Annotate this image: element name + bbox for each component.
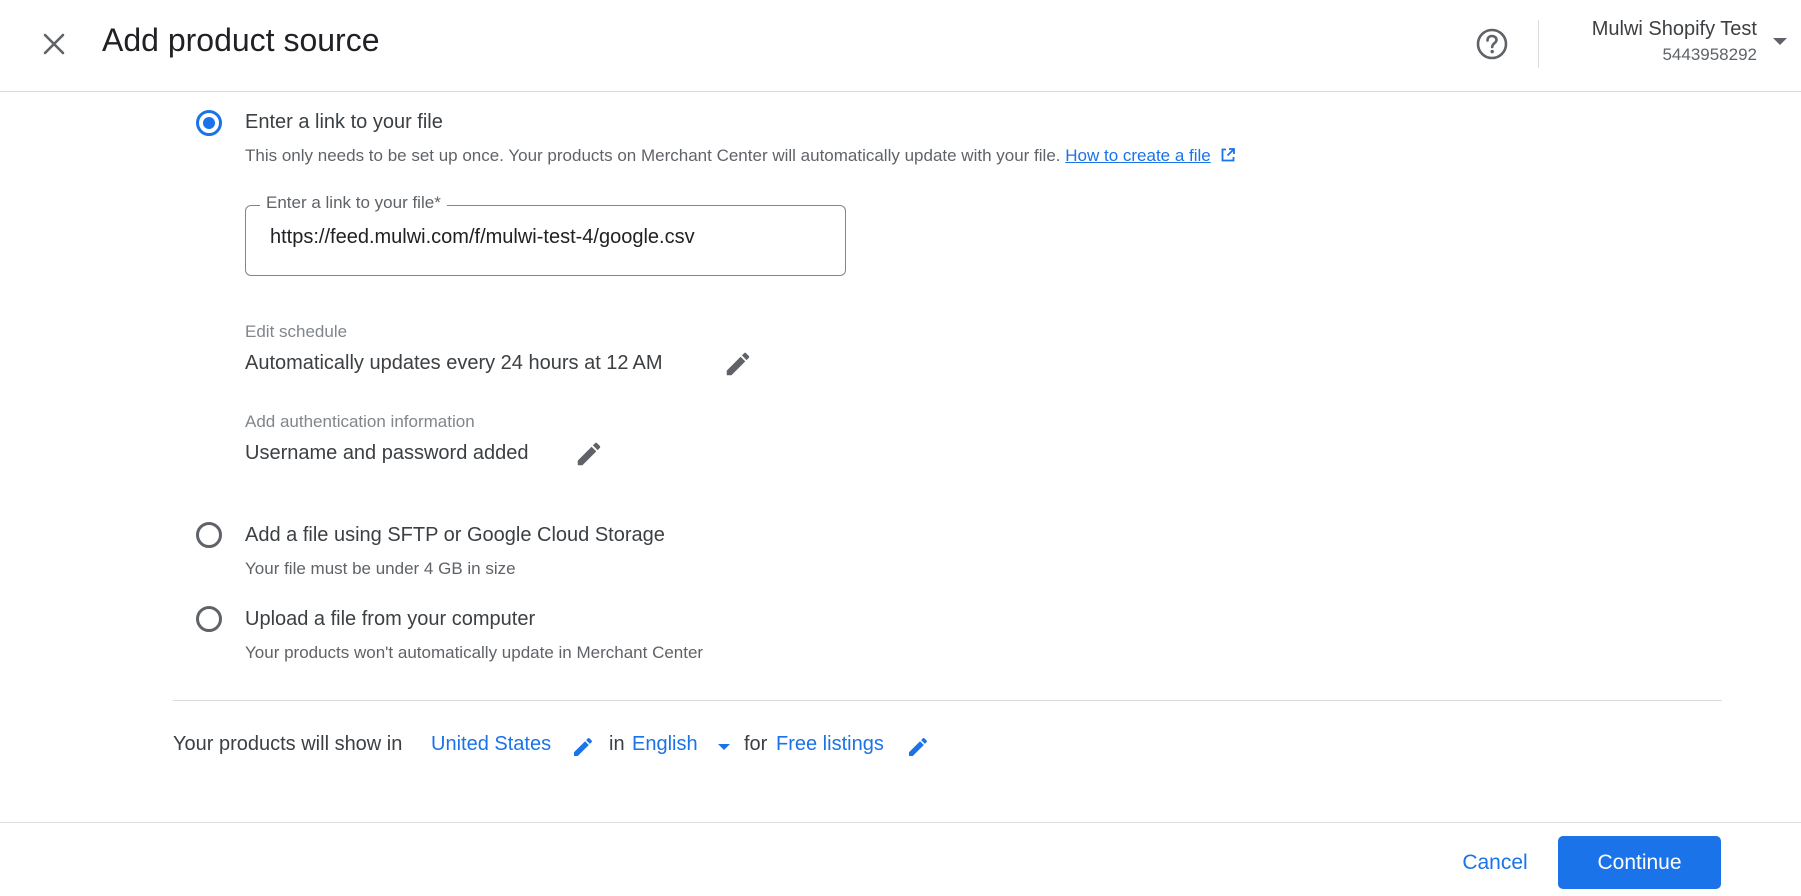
option-label-sftp[interactable]: Add a file using SFTP or Google Cloud St… [245, 524, 665, 547]
schedule-value: Automatically updates every 24 hours at … [245, 352, 663, 374]
description-text: This only needs to be set up once. Your … [245, 146, 1061, 165]
show-row-prefix: Your products will show in [173, 733, 403, 755]
page-title: Add product source [102, 22, 380, 58]
help-icon [1476, 28, 1508, 60]
auth-value: Username and password added [245, 442, 529, 464]
footer-bar: Cancel Continue [0, 822, 1801, 896]
schedule-label: Edit schedule [245, 322, 348, 341]
radio-enter-link[interactable] [196, 110, 222, 136]
edit-auth-button[interactable] [571, 436, 607, 472]
continue-button[interactable]: Continue [1558, 836, 1721, 889]
account-name: Mulwi Shopify Test [1591, 18, 1757, 40]
external-link-icon[interactable] [1220, 147, 1236, 163]
option-label-enter-link[interactable]: Enter a link to your file [245, 111, 443, 134]
header-bar: Add product source Mulwi Shopify Test 54… [0, 0, 1801, 92]
how-to-create-file-link[interactable]: How to create a file [1065, 146, 1211, 165]
pencil-icon [909, 737, 928, 756]
edit-schedule-button[interactable] [720, 346, 756, 382]
auth-label: Add authentication information [245, 412, 475, 431]
language-dropdown-icon[interactable] [718, 744, 730, 750]
file-link-field-label: Enter a link to your file* [260, 193, 447, 213]
radio-upload[interactable] [196, 606, 222, 632]
pencil-icon [577, 442, 601, 466]
radio-sftp[interactable] [196, 522, 222, 548]
edit-country-button[interactable] [571, 735, 595, 765]
pencil-icon [726, 352, 750, 376]
cancel-button[interactable]: Cancel [1440, 837, 1550, 889]
account-dropdown-icon[interactable] [1773, 38, 1787, 45]
file-link-field[interactable]: Enter a link to your file* [245, 193, 846, 276]
close-icon [43, 33, 65, 55]
country-link[interactable]: United States [431, 733, 551, 756]
account-switcher[interactable]: Mulwi Shopify Test 5443958292 [1592, 18, 1757, 65]
in-text: in [609, 733, 625, 755]
option-description-upload: Your products won't automatically update… [245, 643, 704, 662]
pencil-icon [574, 737, 593, 756]
edit-destination-button[interactable] [906, 735, 930, 765]
destination-link[interactable]: Free listings [776, 733, 884, 756]
option-description-enter-link: This only needs to be set up once. Your … [245, 146, 1236, 166]
option-description-sftp: Your file must be under 4 GB in size [245, 559, 516, 578]
option-label-upload[interactable]: Upload a file from your computer [245, 608, 535, 631]
language-dropdown[interactable]: English [632, 733, 698, 756]
account-id: 5443958292 [1662, 45, 1757, 64]
close-button[interactable] [34, 24, 74, 64]
help-button[interactable] [1472, 24, 1512, 64]
header-divider [1538, 20, 1539, 68]
section-divider [173, 700, 1722, 701]
file-link-input[interactable] [270, 226, 830, 249]
for-text: for [744, 733, 768, 755]
